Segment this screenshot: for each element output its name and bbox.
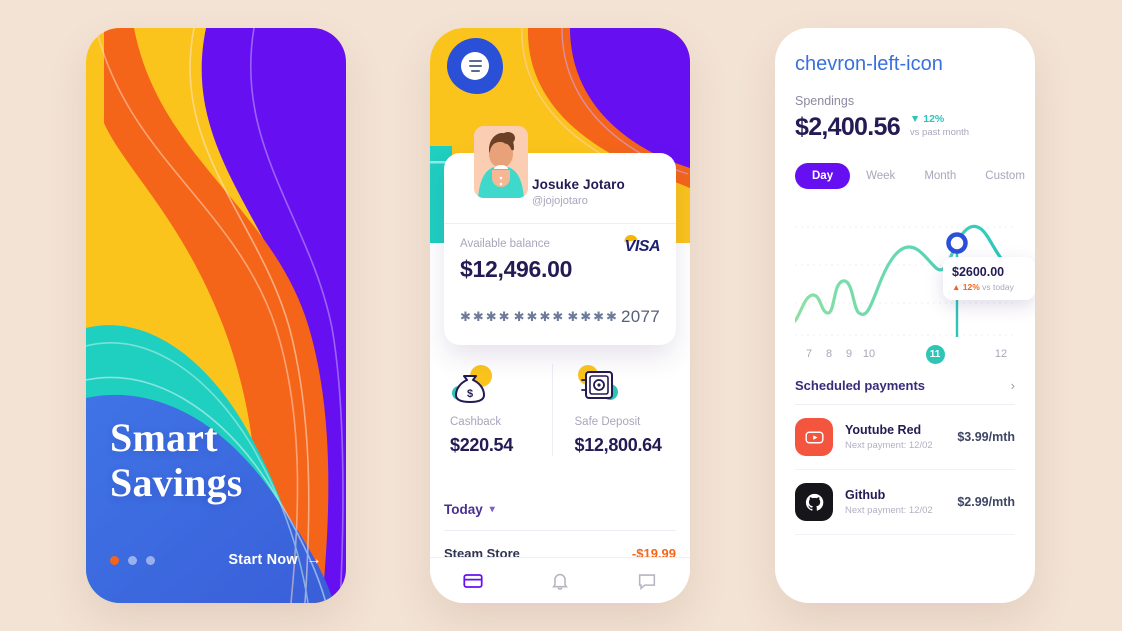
balance-row: Available balance $12,496.00 VISA <box>460 224 661 283</box>
stat-safe-deposit[interactable]: Safe Deposit $12,800.64 <box>551 364 677 456</box>
today-label: Today <box>444 502 483 517</box>
bell-icon[interactable] <box>549 570 571 592</box>
bottom-tab-bar <box>430 557 690 603</box>
menu-button[interactable] <box>447 38 503 94</box>
onboarding-content: Smart Savings Start Now → <box>86 28 346 603</box>
user-name: Josuke Jotaro <box>532 177 625 192</box>
stat-label-safe-deposit: Safe Deposit <box>574 416 641 428</box>
payment-price: $2.99/mth <box>957 495 1015 509</box>
range-month[interactable]: Month <box>911 163 969 189</box>
payment-name: Github <box>845 488 886 502</box>
balance-label: Available balance <box>460 238 550 250</box>
stat-value-cashback: $220.54 <box>450 435 513 455</box>
phone-onboarding: Smart Savings Start Now → <box>86 28 346 603</box>
scheduled-payments-header[interactable]: Scheduled payments › <box>795 378 1015 405</box>
hamburger-icon <box>461 52 489 80</box>
payment-info: Github Next payment: 12/02 <box>845 488 945 516</box>
chart-marker-point <box>946 232 968 254</box>
delta-note: vs past month <box>909 127 970 138</box>
title-line-2: Savings <box>110 459 243 505</box>
svg-text:$: $ <box>467 388 473 400</box>
range-week[interactable]: Week <box>853 163 908 189</box>
today-filter[interactable]: Today ▾ <box>444 502 676 517</box>
spendings-label: Spendings <box>795 94 855 108</box>
spendings-amount: $2,400.56 <box>795 113 901 141</box>
balance-amount: $12,496.00 <box>460 256 573 282</box>
stat-cashback[interactable]: $ Cashback $220.54 <box>444 364 552 456</box>
x-tick-12: 12 <box>994 348 1008 360</box>
range-day[interactable]: Day <box>795 163 851 189</box>
payment-price: $3.99/mth <box>957 430 1015 444</box>
chart-tooltip: $2600.00 ▲ 12% vs today <box>943 257 1035 300</box>
scheduled-payments-title: Scheduled payments <box>795 378 926 393</box>
list-item[interactable]: Github Next payment: 12/02 $2.99/mth <box>795 470 1015 535</box>
stat-value-safe-deposit: $12,800.64 <box>574 435 662 455</box>
money-bag-icon: $ <box>450 364 496 404</box>
carousel-dot-1[interactable] <box>110 555 119 565</box>
payment-name: Youtube Red <box>845 423 922 437</box>
chart-x-axis: 7 8 9 10 11 12 <box>795 345 1015 364</box>
visa-logo-icon: VISA <box>624 238 661 255</box>
payment-info: Youtube Red Next payment: 12/02 <box>845 423 945 451</box>
back-button[interactable]: chevron-left-icon <box>795 54 1015 74</box>
chat-icon[interactable] <box>636 570 658 592</box>
card-group-1: ✱✱✱✱ <box>460 309 512 324</box>
phone-wallet: Josuke Jotaro @jojojotaro Available bala… <box>430 28 690 603</box>
title-line-1: Smart <box>110 414 218 460</box>
start-now-label: Start Now <box>228 552 298 568</box>
start-now-button[interactable]: Start Now → <box>228 551 322 569</box>
card-icon[interactable] <box>462 570 484 592</box>
youtube-icon <box>795 418 833 456</box>
chevron-down-icon: ▾ <box>489 504 495 515</box>
x-tick-7: 7 <box>805 348 813 360</box>
tooltip-amount: $2600.00 <box>952 265 1005 279</box>
card-last4: 2077 <box>620 307 660 326</box>
tooltip-sub: ▲ 12% vs today <box>952 282 1026 292</box>
tooltip-note: vs today <box>982 282 1014 292</box>
payment-next-date: Next payment: 12/02 <box>845 440 933 451</box>
carousel-dot-3[interactable] <box>146 555 155 565</box>
transactions-section: Today ▾ Steam Store -$19.99 <box>444 502 676 561</box>
screenshot-stage: Smart Savings Start Now → Josuke Jotaro … <box>0 0 1122 631</box>
spendings-delta: ▼ 12% vs past month <box>910 113 969 142</box>
phone-spendings: chevron-left-icon Spendings $2,400.56 ▼ … <box>775 28 1035 603</box>
chevron-right-icon[interactable]: › <box>1011 378 1015 393</box>
list-item[interactable]: Youtube Red Next payment: 12/02 $3.99/mt… <box>795 405 1015 470</box>
arrow-right-icon: → <box>305 551 322 568</box>
avatar <box>474 126 528 198</box>
wallet-card: Josuke Jotaro @jojojotaro Available bala… <box>444 126 676 345</box>
card-number-row: ✱✱✱✱ ✱✱✱✱ ✱✱✱✱ 2077 <box>460 283 660 327</box>
avatar-illustration <box>474 126 528 198</box>
range-custom[interactable]: Custom <box>972 163 1035 189</box>
stat-label-cashback: Cashback <box>450 416 502 428</box>
safe-deposit-icon <box>575 364 621 404</box>
carousel-dot-2[interactable] <box>128 555 137 565</box>
tooltip-delta: ▲ 12% <box>952 282 980 292</box>
card-group-3: ✱✱✱✱ <box>567 309 619 324</box>
x-tick-9: 9 <box>845 348 853 360</box>
x-tick-11[interactable]: 11 <box>925 345 945 364</box>
payment-next-date: Next payment: 12/02 <box>845 505 933 516</box>
spendings-chart[interactable]: $2600.00 ▲ 12% vs today <box>793 209 1035 344</box>
card-group-2: ✱✱✱✱ <box>513 309 566 324</box>
delta-percent: ▼ 12% <box>909 113 945 125</box>
wallet-stats: $ Cashback $220.54 Safe Deposit $12,800.… <box>430 364 690 456</box>
onboarding-footer: Start Now → <box>110 551 322 569</box>
spendings-amount-row: $2,400.56 ▼ 12% vs past month <box>795 113 1015 142</box>
carousel-dots[interactable] <box>110 555 155 565</box>
x-tick-10: 10 <box>862 348 876 360</box>
range-selector: Day Week Month Custom <box>795 163 1025 189</box>
user-handle: @jojojotaro <box>532 195 588 207</box>
x-tick-8: 8 <box>825 348 833 360</box>
github-icon <box>795 483 833 521</box>
page-title: Smart Savings <box>110 415 322 505</box>
